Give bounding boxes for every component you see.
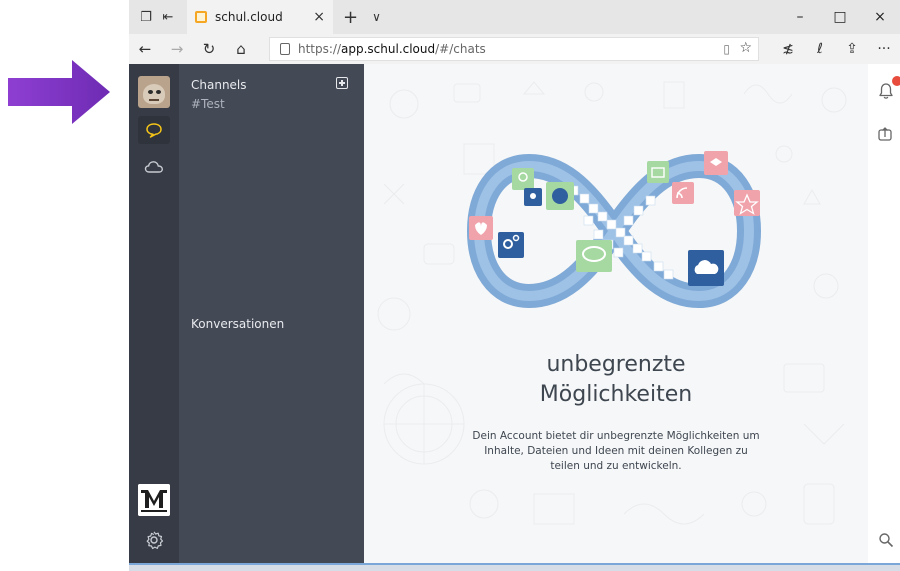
annotation-arrow <box>8 60 110 124</box>
notification-badge <box>892 76 900 86</box>
browser-nav-bar: ← → ↻ ⌂ https:// app.schul.cloud /#/chat… <box>129 34 900 64</box>
browser-tab-active[interactable]: schul.cloud × <box>187 0 333 34</box>
cloud-icon <box>144 161 163 173</box>
tab-list-dropdown-icon[interactable]: ∨ <box>372 10 381 24</box>
url-prefix: https:// <box>298 42 342 56</box>
back-button[interactable]: ← <box>129 34 161 64</box>
new-tab-button[interactable]: + <box>343 7 358 28</box>
window-bottom-edge <box>129 563 900 571</box>
files-nav-button[interactable] <box>138 154 170 180</box>
pen-notes-icon[interactable]: ℓ <box>804 34 836 64</box>
search-icon[interactable] <box>878 532 894 548</box>
headline-line-1: unbegrenzte <box>546 352 686 377</box>
tab-manager-icon[interactable]: ❐ <box>135 6 157 28</box>
chat-main-area: unbegrenzte Möglichkeiten Dein Account b… <box>364 64 868 563</box>
channel-item-test[interactable]: #Test <box>191 97 225 111</box>
tab-back-icon[interactable]: ⇤ <box>157 6 179 28</box>
minimize-button[interactable]: – <box>780 0 820 34</box>
tab-title: schul.cloud <box>215 10 283 24</box>
chat-icon <box>146 123 162 138</box>
main-headline: unbegrenzte Möglichkeiten <box>364 350 868 410</box>
avatar-cat-face <box>143 84 165 104</box>
avatar-mouth <box>149 99 159 101</box>
window-controls: – □ × <box>780 0 900 34</box>
user-avatar[interactable] <box>138 76 170 108</box>
bell-icon[interactable] <box>878 82 894 100</box>
share-page-icon[interactable]: ⇪ <box>836 34 868 64</box>
reading-view-icon[interactable]: ▯ <box>723 42 730 56</box>
add-channel-icon[interactable] <box>336 77 348 89</box>
settings-button[interactable] <box>141 527 167 553</box>
home-button[interactable]: ⌂ <box>225 34 257 64</box>
screen: ❐ ⇤ schul.cloud × + ∨ – □ × ← → ↻ ⌂ http… <box>0 0 900 571</box>
address-bar[interactable]: https:// app.schul.cloud /#/chats ▯ ☆ <box>269 37 759 61</box>
tab-close-icon[interactable]: × <box>313 9 325 25</box>
app-icon-rail <box>129 64 179 563</box>
lock-icon <box>280 43 290 55</box>
school-logo-icon <box>138 484 170 516</box>
chat-sidebar: Channels #Test Konversationen <box>179 64 364 563</box>
forward-button[interactable]: → <box>161 34 193 64</box>
school-logo[interactable] <box>138 484 170 516</box>
conversations-heading: Konversationen <box>191 317 285 331</box>
browser-tab-bar: ❐ ⇤ schul.cloud × + ∨ – □ × <box>129 0 900 34</box>
avatar-eye-left <box>148 90 153 94</box>
right-action-bar <box>868 64 900 563</box>
chat-nav-button[interactable] <box>138 116 170 144</box>
close-window-button[interactable]: × <box>860 0 900 34</box>
url-path: /#/chats <box>435 42 486 56</box>
main-description: Dein Account bietet dir unbegrenzte Mögl… <box>472 430 760 472</box>
browser-toolbar-right: ≴ ℓ ⇪ ··· <box>772 34 900 64</box>
favorite-star-icon[interactable]: ☆ <box>739 40 752 56</box>
url-host: app.schul.cloud <box>341 42 436 56</box>
headline-line-2: Möglichkeiten <box>539 382 693 407</box>
favorites-hub-icon[interactable]: ≴ <box>772 34 804 64</box>
maximize-button[interactable]: □ <box>820 0 860 34</box>
settings-gear-icon <box>146 531 164 550</box>
schulcloud-favicon-icon <box>195 11 207 23</box>
channels-heading: Channels <box>191 78 247 92</box>
infinity-illustration <box>466 151 762 309</box>
refresh-button[interactable]: ↻ <box>193 34 225 64</box>
more-menu-icon[interactable]: ··· <box>868 34 900 64</box>
share-icon[interactable] <box>878 127 892 141</box>
avatar-eye-right <box>156 90 161 94</box>
